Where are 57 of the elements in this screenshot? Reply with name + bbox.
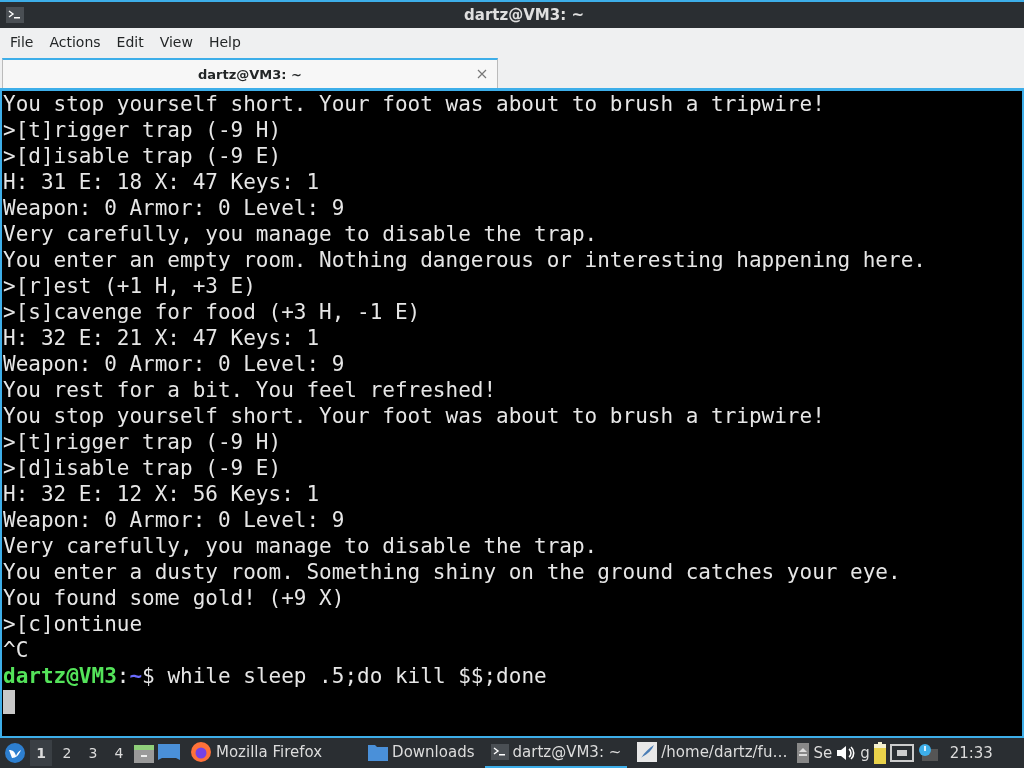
start-menu-icon[interactable] [4, 742, 26, 764]
menu-item[interactable]: File [2, 34, 42, 50]
workspace-button[interactable]: 3 [82, 740, 104, 766]
taskbar-button[interactable]: Mozilla Firefox [184, 738, 329, 768]
terminal-line: >[d]isable trap (-9 E) [3, 455, 282, 481]
terminal-line: Very carefully, you manage to disable the trap. [3, 533, 598, 559]
tray-label[interactable]: Se [813, 744, 833, 762]
terminal-line: >[r]est (+1 H, +3 E) [3, 273, 256, 299]
workspace-button[interactable]: 1 [30, 740, 52, 766]
close-icon[interactable] [477, 69, 487, 79]
terminal-screen[interactable] [0, 88, 1024, 738]
folder-icon [368, 743, 389, 761]
terminal-line: Weapon: 0 Armor: 0 Level: 9 [3, 351, 345, 377]
terminal-line: H: 32 E: 21 X: 47 Keys: 1 [3, 325, 320, 351]
terminal-line: H: 32 E: 12 X: 56 Keys: 1 [3, 481, 320, 507]
tray-label[interactable]: g [860, 744, 870, 762]
menu-item[interactable]: Help [200, 34, 249, 50]
taskbar-button[interactable]: /home/dartz/fu… [631, 738, 794, 768]
terminal-line: >[t]rigger trap (-9 H) [3, 429, 282, 455]
terminal-line: Weapon: 0 Armor: 0 Level: 9 [3, 507, 345, 533]
terminal-line: Very carefully, you manage to disable the trap. [3, 221, 598, 247]
terminal-line: You found some gold! (+9 X) [3, 585, 345, 611]
terminal-line: You stop yourself short. Your foot was about to brush a tripwire! [3, 91, 825, 117]
workspace-button[interactable]: 4 [108, 740, 130, 766]
clock[interactable]: 21:33 [949, 744, 993, 762]
battery-icon[interactable] [873, 742, 886, 764]
taskbar-button[interactable]: dartz@VM3: ~ [484, 738, 628, 768]
notification-icon[interactable] [917, 743, 938, 763]
network-icon[interactable] [889, 744, 914, 762]
volume-icon[interactable] [836, 744, 857, 762]
window-title: dartz@VM3: ~ [463, 6, 585, 24]
app-icon [6, 7, 24, 23]
firefox-icon [190, 741, 212, 763]
file-cabinet-icon[interactable] [134, 743, 154, 763]
terminal-line: You enter an empty room. Nothing dangerous or interesting happening here. [3, 247, 926, 273]
terminal-line: >[t]rigger trap (-9 H) [3, 117, 282, 143]
terminal-line: >[d]isable trap (-9 E) [3, 143, 282, 169]
feather-icon [637, 742, 658, 762]
terminal-line: ^C [3, 637, 29, 663]
window-icon[interactable] [158, 744, 180, 762]
terminal-line: You stop yourself short. Your foot was about to brush a tripwire! [3, 403, 825, 429]
terminal-icon [490, 744, 509, 760]
terminal-line: >[s]cavenge for food (+3 H, -1 E) [3, 299, 421, 325]
prompt-line: dartz@VM3:~$ while sleep .5;do kill $$;done [3, 663, 547, 689]
menu-item[interactable]: Edit [108, 34, 152, 50]
eject-icon[interactable] [797, 743, 810, 763]
workspace-button[interactable]: 2 [56, 740, 78, 766]
terminal-line: >[c]ontinue [3, 611, 143, 637]
terminal-line: H: 31 E: 18 X: 47 Keys: 1 [3, 169, 320, 195]
tab[interactable]: dartz@VM3: ~ [2, 58, 498, 88]
taskbar-button[interactable]: Downloads [362, 738, 481, 768]
terminal-line: You enter a dusty room. Something shiny on the ground catches your eye. [3, 559, 901, 585]
terminal-line: Weapon: 0 Armor: 0 Level: 9 [3, 195, 345, 221]
menu-item[interactable]: Actions [41, 34, 109, 50]
cursor [3, 690, 15, 714]
terminal-line: You rest for a bit. You feel refreshed! [3, 377, 497, 403]
menu-item[interactable]: View [151, 34, 201, 50]
